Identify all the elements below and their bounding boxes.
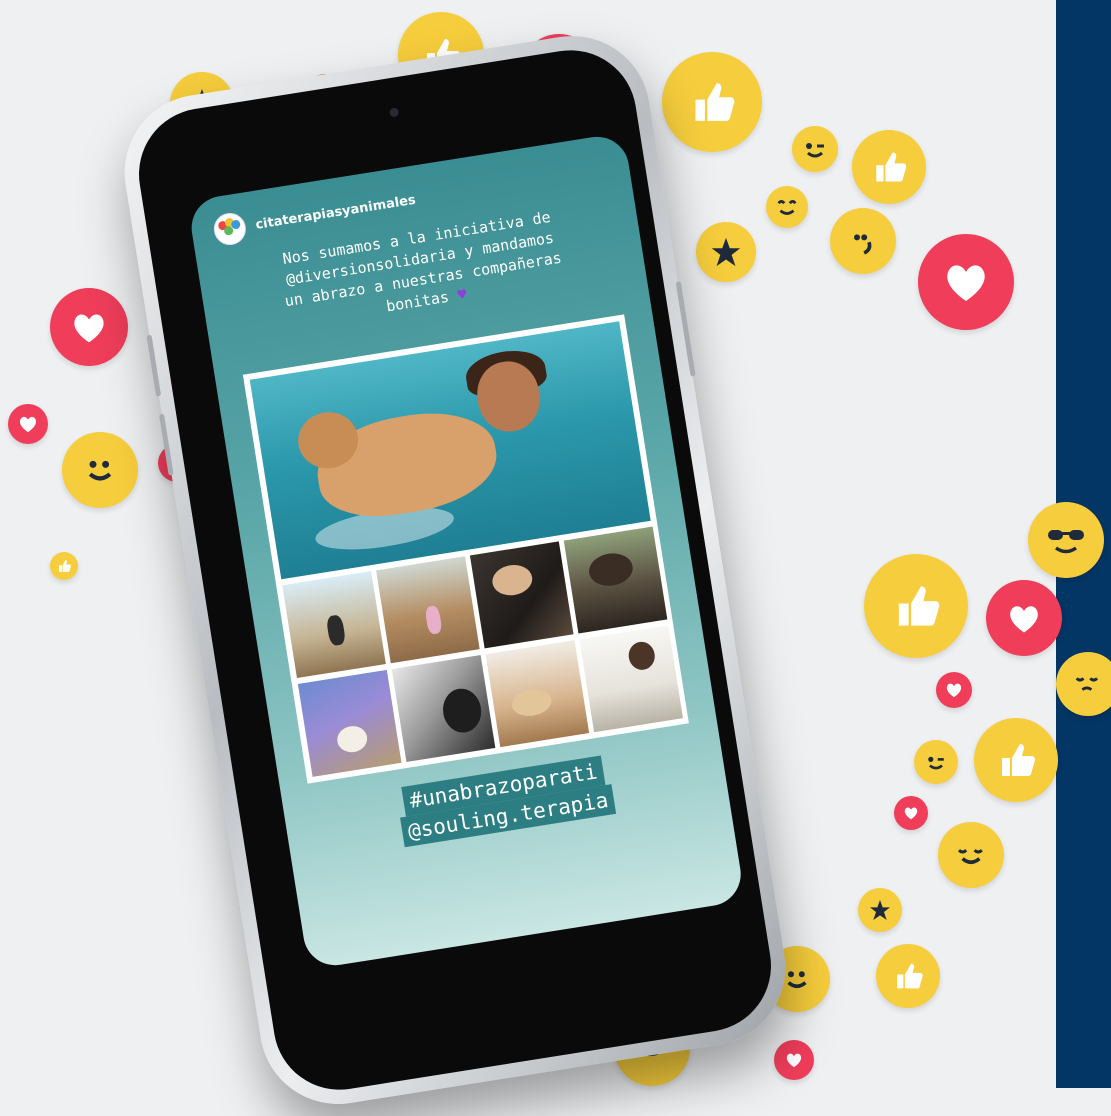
photo-thumbnail: [563, 526, 668, 634]
photo-thumbnail: [376, 556, 480, 664]
sunglasses-emoji-icon: [1028, 502, 1104, 578]
profile-avatar[interactable]: [211, 210, 249, 248]
photo-thumbnail: [297, 669, 402, 777]
star-emoji-icon: [858, 888, 902, 932]
thumbs-up-icon: [974, 718, 1058, 802]
smirk-emoji-icon: [830, 208, 896, 274]
heart-reaction-icon: [50, 288, 128, 366]
heart-reaction-icon: [8, 404, 48, 444]
thumbs-up-icon: [876, 944, 940, 1008]
thumbs-up-icon: [50, 552, 78, 580]
heart-reaction-icon: [936, 672, 972, 708]
wink-emoji-icon: [792, 126, 838, 172]
photo-thumbnail: [391, 655, 496, 762]
heart-reaction-icon: [918, 234, 1014, 330]
smile-emoji-icon: [766, 186, 808, 228]
heart-reaction-icon: [774, 1040, 814, 1080]
pensive-emoji-icon: [1056, 652, 1111, 716]
story-username[interactable]: citaterapiasyanimales: [254, 192, 416, 232]
photo-thumbnail: [485, 640, 590, 748]
heart-reaction-icon: [986, 580, 1062, 656]
photo-collage: [242, 314, 689, 784]
smile-emoji-icon: [62, 432, 138, 508]
phone-body: citaterapiasyanimales Nos sumamos a la i…: [129, 40, 781, 1100]
purple-heart-icon: ♥: [456, 284, 468, 305]
photo-thumbnail: [469, 541, 574, 649]
photo-thumbnail: [579, 625, 683, 733]
relieved-emoji-icon: [938, 822, 1004, 888]
thumbs-up-icon: [852, 130, 926, 204]
heart-reaction-icon: [894, 796, 928, 830]
thumbs-up-icon: [662, 52, 762, 152]
photo-thumbnail: [282, 571, 386, 679]
smartphone: citaterapiasyanimales Nos sumamos a la i…: [113, 24, 797, 1116]
wink-emoji-icon: [914, 740, 958, 784]
thumbs-up-icon: [864, 554, 968, 658]
star-emoji-icon: [696, 222, 756, 282]
rainbow-icon: [498, 832, 528, 863]
